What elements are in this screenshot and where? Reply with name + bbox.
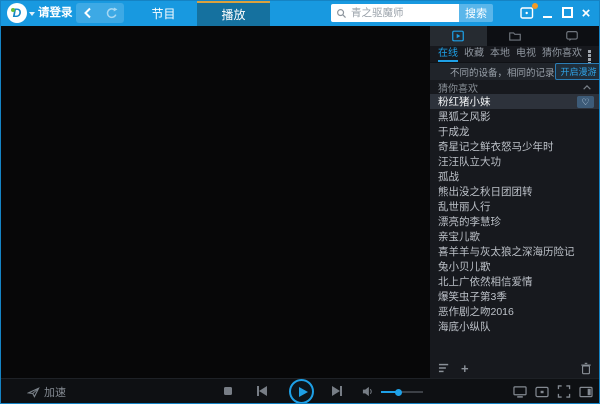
playback-right-icons	[513, 385, 593, 398]
list-item[interactable]: 爆笑虫子第3季	[430, 289, 600, 304]
video-area[interactable]	[0, 26, 430, 378]
maximize-button[interactable]	[562, 7, 573, 18]
prev-triangle	[259, 386, 267, 396]
list-item-title: 爆笑虫子第3季	[438, 289, 507, 304]
tab-folder-icon[interactable]	[487, 26, 544, 46]
list-item[interactable]: 漂亮的李慧珍	[430, 214, 600, 229]
list-item[interactable]: 恶作剧之吻2016	[430, 304, 600, 319]
list-item[interactable]: 北上广依然相信爱情	[430, 274, 600, 289]
list-item-title: 黑狐之风影	[438, 109, 491, 124]
tab-chat-icon[interactable]	[543, 26, 600, 46]
pip-icon[interactable]	[535, 386, 549, 398]
list-item-title: 兔小贝儿歌	[438, 259, 491, 274]
delete-icon[interactable]	[580, 362, 592, 375]
list-item[interactable]: 喜羊羊与灰太狼之深海历险记	[430, 244, 600, 259]
list-item-title: 亲宝儿歌	[438, 229, 480, 244]
sidebar-toggle-icon[interactable]	[579, 386, 593, 398]
volume-icon[interactable]	[362, 386, 373, 397]
search-input[interactable]	[351, 7, 451, 19]
search-button[interactable]: 搜索	[459, 4, 493, 22]
cast-tv-icon[interactable]	[513, 385, 527, 398]
roaming-message: 不同的设备，相同的记录	[450, 65, 555, 79]
list-item[interactable]: 孤战	[430, 169, 600, 184]
stop-button[interactable]	[224, 387, 232, 395]
nav-tab-tv[interactable]: 电视	[516, 47, 536, 62]
list-item-title: 孤战	[438, 169, 459, 184]
list-item[interactable]: 黑狐之风影	[430, 109, 600, 124]
collapse-icon[interactable]	[582, 84, 592, 91]
next-bar	[340, 386, 342, 396]
list-item-title: 乱世丽人行	[438, 199, 491, 214]
grid-view-icon[interactable]	[588, 50, 592, 58]
enable-roaming-button[interactable]: 开启漫游	[555, 63, 600, 80]
sort-list-icon[interactable]	[438, 362, 451, 374]
section-title: 猜你喜欢	[438, 80, 478, 95]
recommend-section-header: 猜你喜欢	[430, 80, 600, 94]
app-logo-icon[interactable]: D	[7, 3, 27, 23]
list-item[interactable]: 汪汪队立大功	[430, 154, 600, 169]
list-item[interactable]: 熊出没之秋日团团转	[430, 184, 600, 199]
list-item[interactable]: 于成龙	[430, 124, 600, 139]
list-item-title: 于成龙	[438, 124, 470, 139]
refresh-icon[interactable]	[105, 7, 118, 20]
fullscreen-icon[interactable]	[557, 385, 571, 398]
sidebar-footer: +	[430, 358, 600, 378]
nav-tab-favorites[interactable]: 收藏	[464, 47, 484, 62]
playback-bar: 加速	[0, 378, 600, 404]
search-icon	[336, 8, 347, 19]
logo-dropdown-caret-icon[interactable]	[29, 12, 35, 16]
recommend-list: 粉红猪小妹 ♡ 黑狐之风影于成龙奇星记之鲜衣怒马少年时汪汪队立大功孤战熊出没之秋日团…	[430, 94, 600, 358]
volume-knob[interactable]	[395, 389, 402, 396]
message-icon[interactable]	[520, 6, 535, 20]
list-item-title: 海底小纵队	[438, 319, 491, 334]
minimize-button[interactable]	[542, 6, 553, 20]
tab-play[interactable]: 播放	[197, 0, 270, 26]
roaming-banner: 不同的设备，相同的记录 开启漫游	[430, 63, 600, 80]
list-item[interactable]: 奇星记之鲜衣怒马少年时	[430, 139, 600, 154]
list-item[interactable]: 乱世丽人行	[430, 199, 600, 214]
back-icon[interactable]	[83, 7, 92, 19]
previous-button[interactable]	[257, 386, 267, 396]
player-window: D 请登录 节目 播放 搜索	[0, 0, 600, 404]
search-input-box	[331, 4, 459, 22]
next-button[interactable]	[332, 386, 342, 396]
play-triangle-icon	[299, 387, 308, 397]
list-item[interactable]: 海底小纵队	[430, 319, 600, 334]
list-item-title: 喜羊羊与灰太狼之深海历险记	[438, 244, 575, 259]
speed-control[interactable]: 加速	[27, 379, 66, 404]
minimize-glyph	[543, 16, 552, 18]
next-triangle	[332, 386, 340, 396]
tab-playlist-icon[interactable]	[430, 26, 487, 46]
list-item-title: 奇星记之鲜衣怒马少年时	[438, 139, 554, 154]
play-button[interactable]	[289, 379, 314, 404]
sidebar: 在线 收藏 本地 电视 猜你喜欢 不同的设备，相同的记录 开启漫游 猜你喜欢 粉…	[430, 26, 600, 378]
notification-badge	[532, 3, 538, 9]
nav-tab-online[interactable]: 在线	[438, 47, 458, 62]
speed-label: 加速	[44, 384, 66, 400]
list-item-title: 熊出没之秋日团团转	[438, 184, 533, 199]
tab-programs[interactable]: 节目	[130, 0, 197, 26]
favorite-heart-button[interactable]: ♡	[577, 96, 594, 108]
speed-icon	[27, 386, 40, 398]
list-item-title: 粉红猪小妹	[438, 94, 491, 109]
nav-tab-local[interactable]: 本地	[490, 47, 510, 62]
list-item[interactable]: 粉红猪小妹 ♡	[430, 94, 600, 109]
list-item[interactable]: 兔小贝儿歌	[430, 259, 600, 274]
list-item[interactable]: 亲宝儿歌	[430, 229, 600, 244]
sidebar-nav-tabs: 在线 收藏 本地 电视 猜你喜欢	[430, 46, 600, 63]
list-item-title: 漂亮的李慧珍	[438, 214, 501, 229]
close-button[interactable]: ×	[578, 3, 594, 23]
list-item-title: 汪汪队立大功	[438, 154, 501, 169]
titlebar: D 请登录 节目 播放 搜索	[0, 0, 600, 26]
add-item-icon[interactable]: +	[461, 362, 469, 375]
volume-slider[interactable]	[381, 391, 423, 393]
sidebar-icon-tabs	[430, 26, 600, 46]
nav-button-group	[76, 3, 124, 23]
nav-tab-recommend[interactable]: 猜你喜欢	[542, 47, 582, 62]
login-link[interactable]: 请登录	[38, 0, 73, 26]
search-bar: 搜索	[331, 4, 493, 22]
logo-dot	[11, 8, 15, 12]
list-item-title: 恶作剧之吻2016	[438, 304, 514, 319]
list-item-title: 北上广依然相信爱情	[438, 274, 533, 289]
